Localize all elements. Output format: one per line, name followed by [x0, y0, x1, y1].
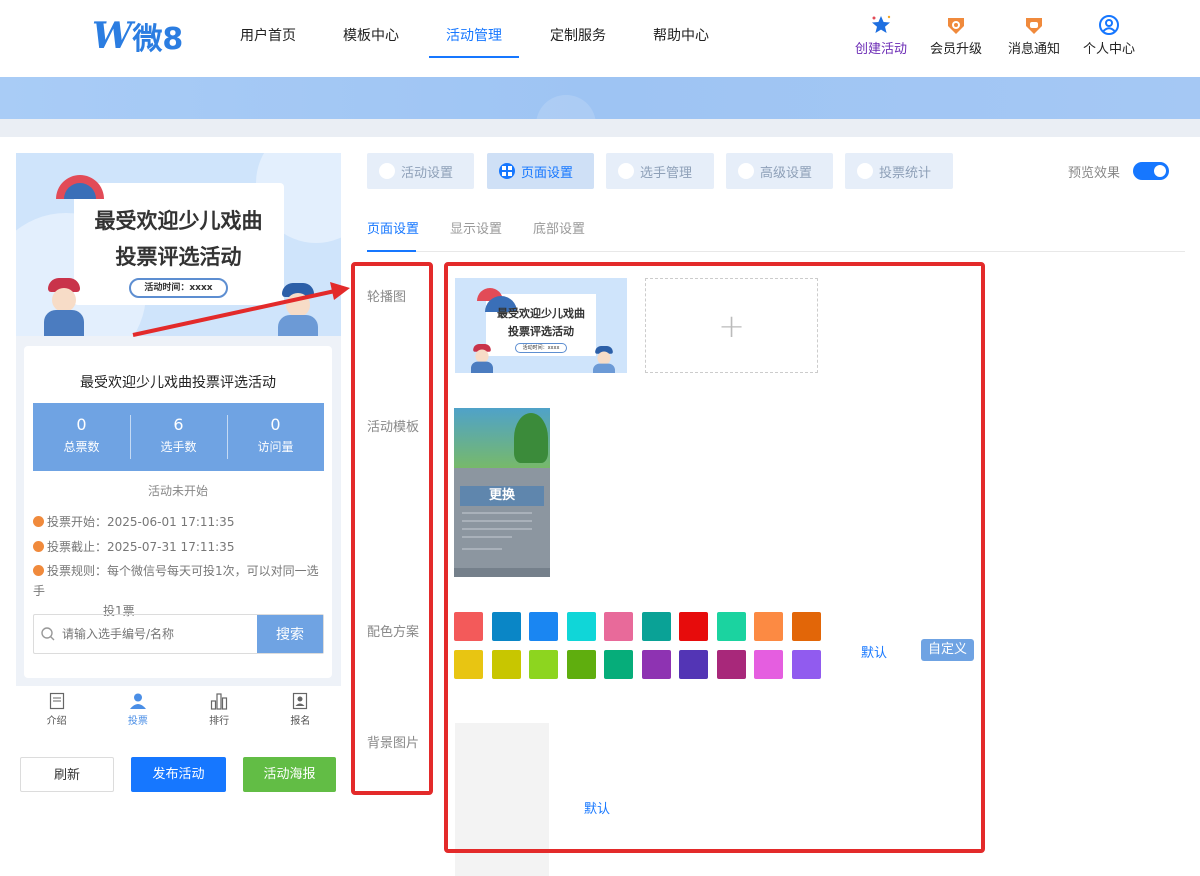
- subtab-divider: [367, 251, 1185, 252]
- poster-title-line1: 最受欢迎少儿戏曲: [94, 208, 263, 233]
- personal-center-button[interactable]: 个人中心: [1074, 14, 1144, 57]
- user-icon: [618, 163, 634, 179]
- tab-activity-settings[interactable]: 活动设置: [367, 153, 474, 189]
- tab-contestant-management[interactable]: 选手管理: [606, 153, 714, 189]
- star-icon: [872, 15, 891, 33]
- subtab-page-settings[interactable]: 页面设置: [367, 218, 419, 237]
- message-notify-label: 消息通知: [1007, 42, 1060, 57]
- grid-icon: [499, 163, 515, 179]
- tab-page-settings[interactable]: 页面设置: [487, 153, 594, 189]
- stat-total-votes: 0 总票数: [63, 415, 100, 454]
- vote-start: 投票开始：2025-06-01 17:11:35: [33, 512, 323, 532]
- opera-figure-left: [44, 278, 84, 336]
- search-icon: [34, 615, 62, 653]
- stats-bar: 0 总票数 6 选手数 0 访问量: [33, 403, 324, 471]
- search-button[interactable]: 搜索: [257, 615, 323, 653]
- search-input[interactable]: [62, 615, 257, 653]
- nav-active-underline: [429, 56, 519, 58]
- publish-activity-button[interactable]: 发布活动: [131, 757, 226, 792]
- tab-intro[interactable]: 介绍: [16, 688, 97, 732]
- logo-text: 微8: [132, 22, 184, 57]
- activity-status: 活动未开始: [147, 484, 208, 498]
- tab-advanced-settings[interactable]: 高级设置: [726, 153, 833, 189]
- info-dot-icon: [33, 565, 44, 576]
- info-dot-icon: [33, 541, 44, 552]
- preview-effect-label: 预览效果: [1068, 166, 1121, 181]
- id-card-icon: [293, 692, 308, 710]
- user-circle-icon: [1099, 15, 1119, 35]
- contestant-search: 搜索: [33, 614, 324, 654]
- preview-tabbar: 介绍 投票 排行 报名: [16, 688, 341, 732]
- create-activity-label: 创建活动: [854, 42, 907, 57]
- bell-badge-icon: [1026, 18, 1042, 34]
- create-activity-button[interactable]: 创建活动: [846, 14, 916, 57]
- message-notify-button[interactable]: 消息通知: [999, 14, 1069, 57]
- stat-contestants: 6 选手数: [130, 403, 227, 471]
- bar-chart-icon: [211, 693, 228, 710]
- page-gap: [0, 119, 1200, 137]
- preview-poster: 最受欢迎少儿戏曲 投票评选活动 活动时间：xxxx: [16, 153, 341, 336]
- tab-vote-statistics[interactable]: 投票统计: [845, 153, 953, 189]
- stat-visits: 0 访问量: [227, 403, 324, 471]
- nav-custom-service[interactable]: 定制服务: [550, 25, 606, 45]
- nav-user-home[interactable]: 用户首页: [240, 25, 296, 45]
- preview-info-card: 最受欢迎少儿戏曲投票评选活动 0 总票数 6 选手数 0 访问量 活动未开始 投票开始…: [24, 346, 332, 678]
- opera-figure-right: [278, 283, 318, 336]
- document-icon: [49, 692, 64, 710]
- calendar-icon: [857, 163, 873, 179]
- tab-vote[interactable]: 投票: [97, 688, 178, 732]
- top-nav: W 微8 用户首页 模板中心 活动管理 定制服务 帮助中心 创建活动 会员升级 …: [0, 0, 1200, 77]
- subtab-display-settings[interactable]: 显示设置: [450, 218, 502, 237]
- subtab-active-underline: [367, 250, 416, 252]
- crown-badge-icon: [948, 18, 964, 34]
- activity-title: 最受欢迎少儿戏曲投票评选活动: [80, 375, 276, 391]
- annotation-box-options: [444, 262, 985, 853]
- heart-icon: [379, 163, 395, 179]
- personal-center-label: 个人中心: [1082, 42, 1135, 57]
- activity-poster-button[interactable]: 活动海报: [243, 757, 336, 792]
- vote-rule: 投票规则：每个微信号每天可投1次，可以对同一选手 投1票: [33, 564, 319, 618]
- annotation-box-labels: [351, 262, 433, 795]
- fan-decoration: [56, 175, 104, 199]
- user-icon: [129, 693, 146, 709]
- subtab-footer-settings[interactable]: 底部设置: [533, 218, 585, 237]
- tab-ranking[interactable]: 排行: [179, 688, 260, 732]
- vote-end: 投票截止：2025-07-31 17:11:35: [33, 537, 323, 557]
- nav-activity-management[interactable]: 活动管理: [446, 25, 502, 45]
- info-dot-icon: [33, 516, 44, 527]
- nav-template-center[interactable]: 模板中心: [343, 25, 399, 45]
- member-upgrade-label: 会员升级: [929, 42, 982, 57]
- nav-help-center[interactable]: 帮助中心: [653, 25, 709, 45]
- header-banner: [0, 77, 1200, 155]
- refresh-button[interactable]: 刷新: [20, 757, 114, 792]
- poster-time-pill: 活动时间：xxxx: [129, 278, 228, 298]
- preview-effect-toggle[interactable]: [1133, 162, 1169, 180]
- poster-title-line2: 投票评选活动: [115, 244, 242, 269]
- tab-signup[interactable]: 报名: [260, 688, 341, 732]
- logo[interactable]: W 微8: [92, 15, 184, 57]
- percent-icon: [738, 163, 754, 179]
- logo-mark: W: [92, 15, 132, 57]
- member-upgrade-button[interactable]: 会员升级: [921, 14, 991, 57]
